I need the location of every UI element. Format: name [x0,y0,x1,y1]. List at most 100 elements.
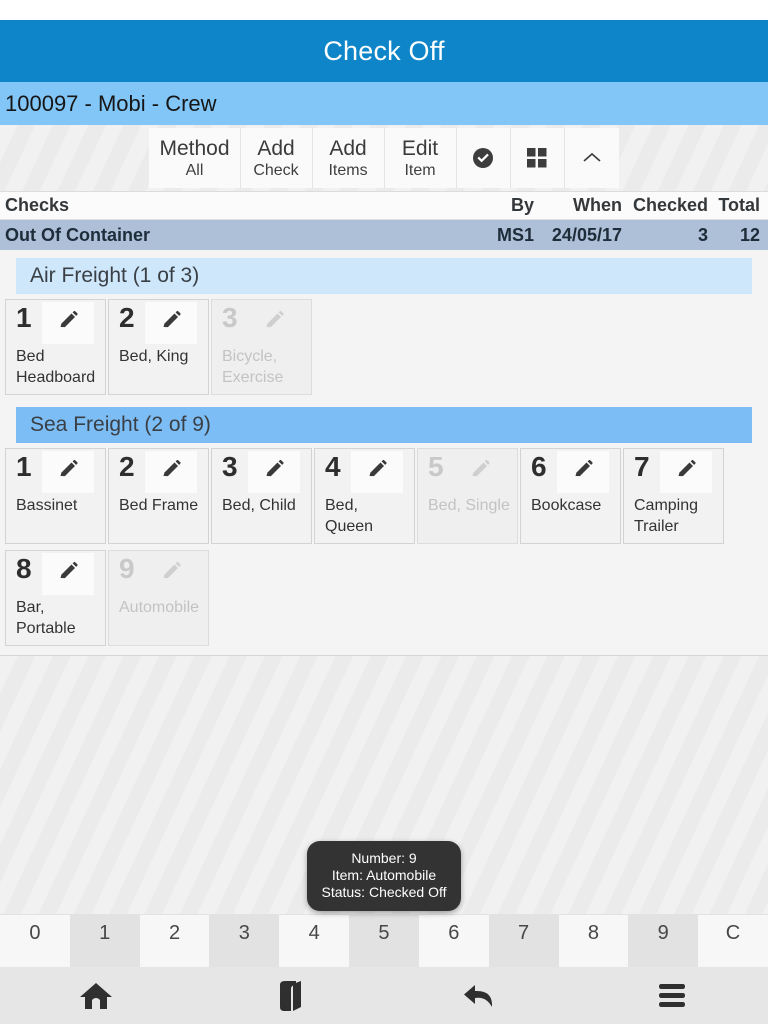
items-panel: Air Freight (1 of 3) 1 Bed Headboard 2 Bed,… [0,250,768,656]
numpad-key-4[interactable]: 4 [279,915,350,967]
header-total: Total [718,195,760,215]
row-check-name: Out Of Container [5,224,150,245]
item-label: Bed Headboard [16,348,96,386]
nav-menu-button[interactable] [576,967,768,1024]
item-label: Bookcase [531,497,602,514]
numpad-key-0[interactable]: 0 [0,915,70,967]
edit-pencil-button[interactable] [454,451,506,493]
numpad-key-3[interactable]: 3 [209,915,280,967]
item-label: Bicycle, Exercise [222,348,284,386]
item-number: 6 [531,451,547,482]
item-label: Bed, Child [222,497,296,514]
job-reference-label: 100097 - Mobi - Crew [5,90,217,116]
edit-pencil-button[interactable] [145,553,197,595]
item-card[interactable]: 3 Bed, Child [211,448,312,544]
numpad-key-5[interactable]: 5 [349,915,419,967]
check-off-button[interactable] [456,128,511,188]
add-check-line1: Add [257,136,295,160]
table-row[interactable]: Out Of Container MS1 24/05/17 3 12 [0,220,768,250]
grid-view-button[interactable] [510,128,565,188]
pencil-icon [675,459,697,486]
edit-pencil-button[interactable] [248,451,300,493]
item-number: 3 [222,451,238,482]
toolbar: Method All Add Check Add Items Edit Item [0,125,768,192]
nav-book-button[interactable] [192,967,384,1024]
add-check-button[interactable]: Add Check [240,128,313,188]
item-number: 8 [16,553,32,584]
edit-pencil-button[interactable] [660,451,712,493]
row-total: 12 [739,224,760,245]
add-items-line1: Add [329,136,367,160]
group-header-air-freight[interactable]: Air Freight (1 of 3) [16,258,752,294]
edit-pencil-button[interactable] [351,451,403,493]
numpad-key-6[interactable]: 6 [418,915,489,967]
edit-item-line2: Item [404,161,436,179]
pencil-icon [57,310,79,337]
chevron-up-icon [580,150,604,166]
item-label: Bed Frame [119,497,199,514]
numpad-key-7[interactable]: 7 [488,915,559,967]
item-label: Camping Trailer [634,497,699,535]
item-card[interactable]: 6 Bookcase [520,448,621,544]
pencil-icon [572,459,594,486]
page-title: Check Off [323,35,445,66]
bottom-navigation [0,967,768,1024]
item-label: Bed, Queen [325,497,374,535]
group-title: Sea Freight (2 of 9) [30,413,211,436]
item-card[interactable]: 2 Bed, King [108,299,209,395]
nav-back-button[interactable] [384,967,576,1024]
item-number: 2 [119,302,135,333]
item-card[interactable]: 7 Camping Trailer [623,448,724,544]
group-header-sea-freight[interactable]: Sea Freight (2 of 9) [16,407,752,443]
add-items-line2: Items [328,161,368,179]
numpad-key-c[interactable]: C [698,915,768,967]
back-arrow-icon [462,981,498,1011]
pencil-icon [469,459,491,486]
title-bar: Check Off [0,20,768,82]
edit-pencil-button[interactable] [557,451,609,493]
item-number: 4 [325,451,341,482]
nav-home-button[interactable] [0,967,192,1024]
pencil-icon [57,459,79,486]
numpad-key-8[interactable]: 8 [558,915,629,967]
home-icon [79,980,113,1012]
add-items-button[interactable]: Add Items [312,128,385,188]
item-card[interactable]: 4 Bed, Queen [314,448,415,544]
numpad-key-1[interactable]: 1 [69,915,140,967]
item-number: 1 [16,302,32,333]
status-tooltip: Number: 9 Item: Automobile Status: Check… [307,841,461,911]
item-label: Automobile [119,599,200,616]
item-card[interactable]: 9 Automobile [108,550,209,646]
item-card[interactable]: 5 Bed, Single [417,448,518,544]
subtitle-bar: 100097 - Mobi - Crew [0,82,768,125]
header-checks: Checks [5,195,70,215]
item-card[interactable]: 1 Bed Headboard [5,299,106,395]
edit-pencil-button[interactable] [42,451,94,493]
item-card[interactable]: 3 Bicycle, Exercise [211,299,312,395]
edit-pencil-button[interactable] [42,553,94,595]
edit-pencil-button[interactable] [42,302,94,344]
numpad-key-2[interactable]: 2 [139,915,210,967]
app-root: Check Off 100097 - Mobi - Crew Method Al… [0,0,768,1024]
add-check-line2: Check [253,161,299,179]
toolbar-button-group: Method All Add Check Add Items Edit Item [149,128,619,188]
method-all-button[interactable]: Method All [149,128,241,188]
item-card[interactable]: 8 Bar, Portable [5,550,106,646]
edit-pencil-button[interactable] [145,302,197,344]
pencil-icon [366,459,388,486]
numpad-key-9[interactable]: 9 [628,915,699,967]
hamburger-menu-icon [657,982,687,1010]
item-number: 2 [119,451,135,482]
item-card[interactable]: 2 Bed Frame [108,448,209,544]
item-card[interactable]: 1 Bassinet [5,448,106,544]
pencil-icon [160,561,182,588]
edit-item-button[interactable]: Edit Item [384,128,457,188]
header-when: When [573,195,622,215]
grid-icon [526,147,548,169]
edit-pencil-button[interactable] [248,302,300,344]
row-when: 24/05/17 [551,224,622,245]
edit-pencil-button[interactable] [145,451,197,493]
collapse-toolbar-button[interactable] [564,128,619,188]
item-number: 7 [634,451,650,482]
group-title: Air Freight (1 of 3) [30,264,200,287]
